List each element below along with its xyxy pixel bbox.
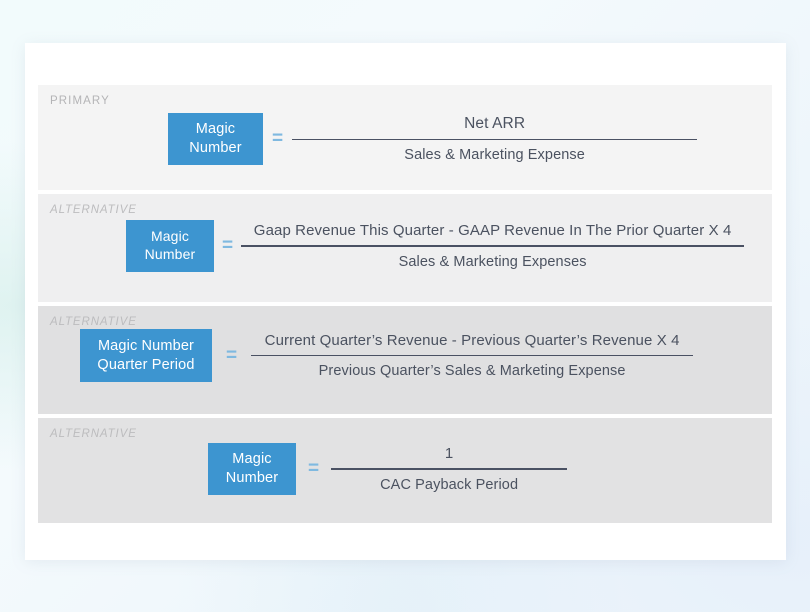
formula-row-alternative-3: ALTERNATIVE Magic Number = 1 CAC Payback… <box>38 418 772 523</box>
fraction-numerator: Gaap Revenue This Quarter - GAAP Revenue… <box>241 222 744 245</box>
fraction-numerator-text: Gaap Revenue This Quarter - GAAP Revenue… <box>253 222 705 240</box>
metric-box-line-2: Number <box>189 140 242 156</box>
formula-panel: PRIMARY Magic Number = Net ARR Sales & M… <box>38 85 772 523</box>
metric-box-line-2: Quarter Period <box>97 356 195 373</box>
fraction-denominator: Previous Quarter’s Sales & Marketing Exp… <box>318 363 626 380</box>
fraction-denominator: CAC Payback Period <box>380 476 519 493</box>
fraction-denominator: Sales & Marketing Expense <box>404 147 585 164</box>
formula-row-alternative-2: ALTERNATIVE Magic Number Quarter Period … <box>38 306 772 414</box>
formula-row-primary: PRIMARY Magic Number = Net ARR Sales & M… <box>38 85 772 190</box>
fraction-numerator: Net ARR <box>464 114 526 132</box>
equals-sign: = <box>222 235 234 256</box>
row-kicker-alternative-2: ALTERNATIVE <box>50 316 137 328</box>
fraction-numerator-text: Current Quarter’s Revenue - Previous Qua… <box>264 331 653 349</box>
fraction: Current Quarter’s Revenue - Previous Qua… <box>251 332 694 380</box>
metric-box-magic-number: Magic Number <box>126 220 214 272</box>
metric-box-magic-number-quarter-period: Magic Number Quarter Period <box>80 329 212 382</box>
equals-sign: = <box>272 128 284 149</box>
fraction-denominator: Sales & Marketing Expenses <box>398 253 587 270</box>
metric-box-line-1: Magic Number <box>97 337 195 354</box>
formula-alternative-1: Magic Number = Gaap Revenue This Quarter… <box>126 220 745 272</box>
fraction: Gaap Revenue This Quarter - GAAP Revenue… <box>241 222 745 270</box>
fraction: Net ARR Sales & Marketing Expense <box>292 114 698 164</box>
fraction-numerator: 1 <box>444 445 454 463</box>
equals-sign: = <box>226 344 238 366</box>
metric-box-line-1: Magic <box>150 228 190 245</box>
metric-box-line-1: Magic <box>232 451 272 468</box>
row-kicker-primary: PRIMARY <box>50 95 110 107</box>
metric-box-line-1: Magic <box>195 121 236 138</box>
formula-primary: Magic Number = Net ARR Sales & Marketing… <box>168 113 698 165</box>
fraction-multiplier: X 4 <box>656 331 680 349</box>
equals-sign: = <box>308 458 320 479</box>
metric-box-magic-number: Magic Number <box>208 443 296 495</box>
fraction-multiplier: X 4 <box>708 222 732 240</box>
metric-box-line-2: Number <box>144 246 196 262</box>
metric-box-line-2: Number <box>225 470 279 486</box>
row-kicker-alternative-1: ALTERNATIVE <box>50 204 137 216</box>
formula-row-alternative-1: ALTERNATIVE Magic Number = Gaap Revenue … <box>38 194 772 302</box>
fraction-numerator: Current Quarter’s Revenue - Previous Qua… <box>251 332 693 355</box>
formula-alternative-3: Magic Number = 1 CAC Payback Period <box>208 443 568 495</box>
formula-alternative-2: Magic Number Quarter Period = Current Qu… <box>80 329 694 382</box>
metric-box-magic-number: Magic Number <box>168 113 263 165</box>
row-kicker-alternative-3: ALTERNATIVE <box>50 428 137 440</box>
fraction: 1 CAC Payback Period <box>331 445 568 493</box>
content-card: PRIMARY Magic Number = Net ARR Sales & M… <box>25 43 786 560</box>
